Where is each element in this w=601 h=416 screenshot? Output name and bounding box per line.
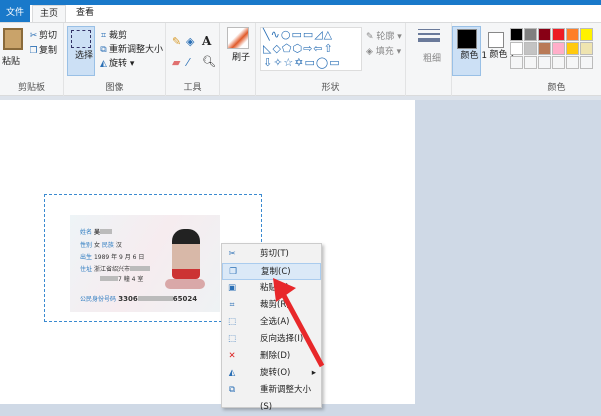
arrow-shaft — [279, 290, 325, 368]
red-arrow-annotation — [273, 278, 325, 368]
